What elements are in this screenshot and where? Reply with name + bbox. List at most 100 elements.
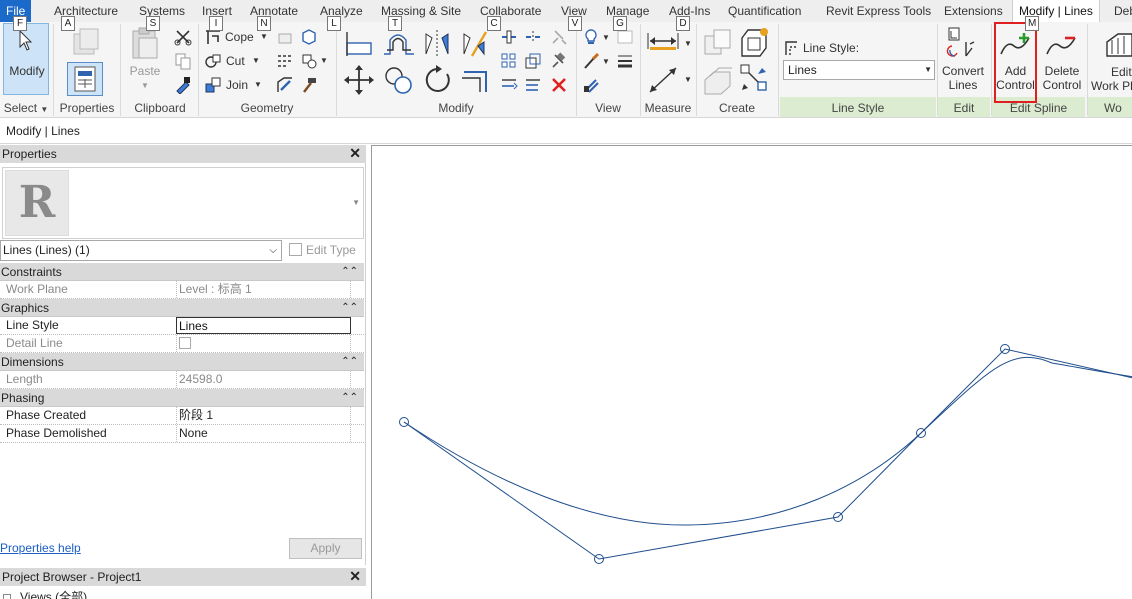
property-category[interactable]: Dimensions ⌃⌃ [0,353,364,371]
select-panel-title[interactable]: Select ▼ [2,99,50,117]
tree-collapse-icon[interactable] [3,594,11,599]
match-properties-icon[interactable] [174,76,192,94]
trim-extend-single-icon[interactable] [500,76,518,94]
tab-systems[interactable]: Systems [133,0,191,22]
delete-control-label-1[interactable]: Delete [1039,64,1085,79]
hide-dropdown-icon[interactable]: ▼ [602,30,610,46]
override-graphics-icon[interactable] [582,52,600,70]
collapse-icon[interactable]: ⌃⌃ [341,389,358,407]
edit-work-plane-icon[interactable] [1104,30,1132,62]
drawing-canvas[interactable] [371,145,1132,599]
split-element-icon[interactable] [500,28,518,46]
property-value[interactable]: None [176,425,351,442]
properties-help-link[interactable]: Properties help [0,541,81,555]
cut-geometry-icon[interactable] [204,52,222,70]
pin-icon[interactable] [550,52,568,70]
linework-icon[interactable] [582,76,600,94]
demolish-icon[interactable] [300,52,318,70]
tab-annotate[interactable]: Annotate [244,0,304,22]
rotate-icon[interactable] [422,64,454,96]
cut-to-clipboard-icon[interactable] [174,28,192,46]
wall-joins-icon[interactable] [276,52,294,70]
create-parts-icon[interactable] [738,26,770,58]
properties-button[interactable] [67,62,103,96]
edit-type-button[interactable]: Edit Type [286,240,364,261]
delete-control-icon[interactable] [1044,30,1078,62]
detail-line-checkbox[interactable] [179,337,191,349]
tab-deb[interactable]: Deb [1108,0,1132,22]
modify-button[interactable]: Modify [3,23,49,95]
property-category[interactable]: Constraints ⌃⌃ [0,263,364,281]
remove-paint-icon[interactable] [276,76,294,94]
edit-work-plane-label-2[interactable]: Work Pl [1091,78,1132,94]
keytip-badge: T [388,16,402,31]
dimension-dropdown-icon[interactable]: ▼ [684,72,692,88]
close-icon[interactable]: ✕ [349,568,361,585]
delete-control-label-2[interactable]: Control [1039,78,1085,93]
type-selector[interactable]: Lines (Lines) (1) ⌵ [0,240,282,261]
property-category[interactable]: Phasing ⌃⌃ [0,389,364,407]
mirror-draw-axis-icon[interactable] [460,28,490,58]
close-icon[interactable]: ✕ [349,145,361,162]
property-name: Length [6,372,43,386]
tab-architecture[interactable]: Architecture [48,0,124,22]
delete-icon[interactable] [550,76,568,94]
cut-geometry-label[interactable]: Cut [226,53,245,69]
create-group-icon[interactable] [702,62,734,96]
tab-manage[interactable]: Manage [600,0,655,22]
tab-collaborate[interactable]: Collaborate [474,0,547,22]
collapse-icon[interactable]: ⌃⌃ [341,353,358,371]
tab-analyze[interactable]: Analyze [314,0,369,22]
unpin-icon[interactable] [550,28,568,46]
line-weight-icon[interactable] [616,52,634,70]
property-value[interactable]: 阶段 1 [176,407,351,424]
scale-icon[interactable] [524,52,542,70]
tab-quantification[interactable]: Quantification [722,0,807,22]
join-label[interactable]: Join [226,77,248,93]
paint-icon[interactable] [300,28,318,46]
override-dropdown-icon[interactable]: ▼ [602,54,610,70]
convert-lines-icon[interactable] [946,26,978,60]
offset-icon[interactable] [382,30,416,58]
cope-label[interactable]: Cope [225,29,254,45]
copy-to-clipboard-icon[interactable] [174,52,192,70]
cope-dropdown-icon[interactable]: ▼ [260,29,268,45]
property-category[interactable]: Graphics ⌃⌃ [0,299,364,317]
paste-icon[interactable] [130,26,160,60]
convert-lines-label-1[interactable]: Convert [938,64,988,79]
move-icon[interactable] [342,64,376,96]
copy-icon[interactable] [382,64,416,96]
spline-drawing[interactable] [372,146,1132,599]
hide-in-view-icon[interactable] [582,28,600,46]
demolish-dropdown-icon[interactable]: ▼ [320,53,328,69]
mirror-pick-axis-icon[interactable] [422,28,452,58]
join-dropdown-icon[interactable]: ▼ [254,77,262,93]
split-face-icon[interactable] [276,28,294,46]
collapse-icon[interactable]: ⌃⌃ [341,299,358,317]
split-with-gap-icon[interactable] [524,28,542,46]
tab-revit-express-tools[interactable]: Revit Express Tools [820,0,937,22]
measure-dropdown-icon[interactable]: ▼ [684,36,692,52]
convert-lines-label-2[interactable]: Lines [938,78,988,93]
tree-item-views[interactable]: Views (全部) [20,588,87,599]
join-geometry-icon[interactable] [204,76,222,94]
spline-curve[interactable] [403,356,1132,526]
create-similar-icon[interactable] [738,62,770,96]
trim-extend-multiple-icon[interactable] [524,76,542,94]
property-value[interactable]: Lines [176,317,351,334]
create-assembly-icon[interactable] [702,26,734,58]
chevron-down-icon[interactable]: ▼ [352,198,360,207]
paste-dropdown-icon[interactable]: ▼ [140,78,150,93]
array-icon[interactable] [500,52,518,70]
measure-between-references-icon[interactable] [646,30,680,52]
line-style-dropdown[interactable]: Lines ▼ [783,60,935,80]
aligned-dimension-icon[interactable] [646,64,680,96]
hammer-icon[interactable] [300,76,318,94]
apply-button[interactable]: Apply [289,538,362,559]
cut-dropdown-icon[interactable]: ▼ [252,53,260,69]
tab-extensions[interactable]: Extensions [938,0,1009,22]
collapse-icon[interactable]: ⌃⌃ [341,263,358,281]
trim-extend-corner-icon[interactable] [460,64,492,96]
align-icon[interactable] [344,30,374,58]
property-value[interactable] [176,335,351,352]
